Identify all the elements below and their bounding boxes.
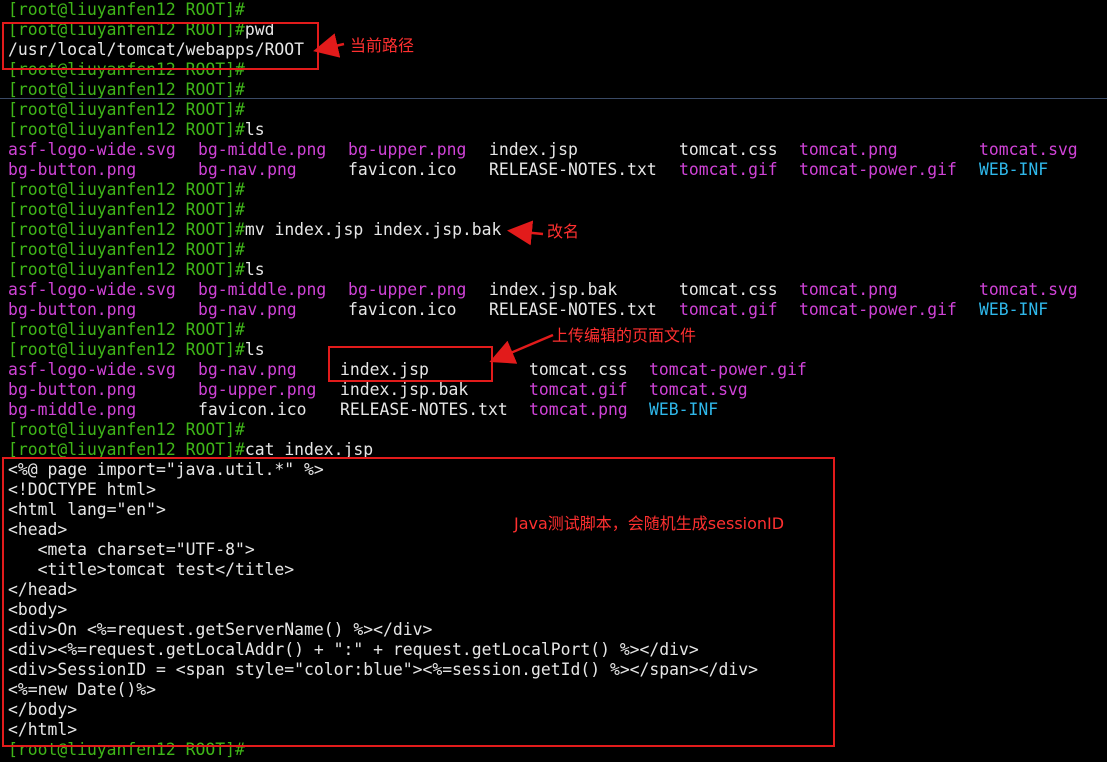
file-entry: RELEASE-NOTES.txt <box>340 400 508 419</box>
shell-prompt: [root@liuyanfen12 ROOT]# <box>8 0 245 19</box>
file-entry: bg-nav.png <box>198 360 297 379</box>
ls-output-row: asf-logo-wide.svg bg-middle.png bg-upper.p… <box>8 140 1107 160</box>
file-entry: tomcat.png <box>529 400 628 419</box>
prompt-line: [root@liuyanfen12 ROOT]# <box>8 80 1107 100</box>
file-entry: favicon.ico <box>348 160 457 179</box>
command-text: ls <box>244 340 265 359</box>
prompt-line: [root@liuyanfen12 ROOT]# <box>8 0 1107 20</box>
file-entry: bg-button.png <box>8 300 137 319</box>
file-entry: tomcat-power.gif <box>649 360 807 379</box>
file-entry: RELEASE-NOTES.txt <box>489 300 657 319</box>
file-entry: index.jsp.bak <box>489 280 618 299</box>
annotation-box-index-jsp <box>328 346 493 382</box>
shell-prompt: [root@liuyanfen12 ROOT]# <box>8 80 245 99</box>
file-entry: tomcat-power.gif <box>799 300 957 319</box>
annotation-box-jsp-source <box>2 457 835 747</box>
file-entry: tomcat.gif <box>529 380 628 399</box>
annotation-upload: 上传编辑的页面文件 <box>552 326 697 345</box>
file-entry: bg-upper.png <box>348 140 467 159</box>
shell-prompt: [root@liuyanfen12 ROOT]# <box>8 200 245 219</box>
file-entry: WEB-INF <box>979 160 1049 179</box>
file-entry: tomcat.gif <box>679 160 778 179</box>
file-entry: bg-upper.png <box>198 380 317 399</box>
shell-prompt: [root@liuyanfen12 ROOT]# <box>8 340 245 359</box>
ls-output-row: bg-button.png bg-upper.png index.jsp.bak to… <box>8 380 1107 400</box>
file-entry: WEB-INF <box>649 400 719 419</box>
file-entry: WEB-INF <box>979 300 1049 319</box>
shell-prompt: [root@liuyanfen12 ROOT]# <box>8 320 245 339</box>
file-entry: tomcat.svg <box>979 280 1078 299</box>
file-entry: tomcat.png <box>799 280 898 299</box>
file-entry: asf-logo-wide.svg <box>8 360 176 379</box>
pane-divider <box>0 98 1107 99</box>
command-text: ls <box>244 260 265 279</box>
prompt-line: [root@liuyanfen12 ROOT]#ls <box>8 120 1107 140</box>
annotation-rename: 改名 <box>547 222 580 241</box>
file-entry: bg-nav.png <box>198 300 297 319</box>
file-entry: favicon.ico <box>198 400 307 419</box>
ls-output-row: bg-button.png bg-nav.png favicon.ico RELEAS… <box>8 160 1107 180</box>
file-entry: bg-button.png <box>8 380 137 399</box>
file-entry: tomcat.svg <box>979 140 1078 159</box>
file-entry: bg-upper.png <box>348 280 467 299</box>
prompt-line: [root@liuyanfen12 ROOT]# <box>8 420 1107 440</box>
file-entry: tomcat.css <box>679 280 778 299</box>
file-entry: asf-logo-wide.svg <box>8 280 176 299</box>
file-entry: bg-middle.png <box>198 280 327 299</box>
prompt-line: [root@liuyanfen12 ROOT]#ls <box>8 260 1107 280</box>
annotation-java-script: Java测试脚本，会随机生成sessionID <box>514 514 785 533</box>
prompt-line: [root@liuyanfen12 ROOT]# <box>8 240 1107 260</box>
ls-output-row: asf-logo-wide.svg bg-nav.png index.jsp tomc… <box>8 360 1107 380</box>
shell-prompt: [root@liuyanfen12 ROOT]# <box>8 260 245 279</box>
shell-prompt: [root@liuyanfen12 ROOT]# <box>8 420 245 439</box>
prompt-line: [root@liuyanfen12 ROOT]# <box>8 200 1107 220</box>
file-entry: asf-logo-wide.svg <box>8 140 176 159</box>
file-entry: tomcat.css <box>679 140 778 159</box>
file-entry: index.jsp <box>489 140 578 159</box>
prompt-line: [root@liuyanfen12 ROOT]# <box>8 100 1107 120</box>
file-entry: tomcat.css <box>529 360 628 379</box>
file-entry: bg-middle.png <box>8 400 137 419</box>
file-entry: index.jsp.bak <box>340 380 469 399</box>
shell-prompt: [root@liuyanfen12 ROOT]# <box>8 120 245 139</box>
shell-prompt: [root@liuyanfen12 ROOT]# <box>8 220 245 239</box>
command-text: mv index.jsp index.jsp.bak <box>244 220 502 239</box>
file-entry: favicon.ico <box>348 300 457 319</box>
file-entry: RELEASE-NOTES.txt <box>489 160 657 179</box>
shell-prompt: [root@liuyanfen12 ROOT]# <box>8 240 245 259</box>
shell-prompt: [root@liuyanfen12 ROOT]# <box>8 180 245 199</box>
file-entry: tomcat.svg <box>649 380 748 399</box>
annotation-current-path: 当前路径 <box>350 36 415 55</box>
ls-output-row: bg-middle.png favicon.ico RELEASE-NOTES.tx… <box>8 400 1107 420</box>
file-entry: bg-nav.png <box>198 160 297 179</box>
command-text: ls <box>244 120 265 139</box>
ls-output-row: asf-logo-wide.svg bg-middle.png bg-upper.p… <box>8 280 1107 300</box>
ls-output-row: bg-button.png bg-nav.png favicon.ico RELEAS… <box>8 300 1107 320</box>
annotation-box-pwd <box>2 22 319 70</box>
file-entry: tomcat-power.gif <box>799 160 957 179</box>
file-entry: bg-middle.png <box>198 140 327 159</box>
file-entry: tomcat.gif <box>679 300 778 319</box>
shell-prompt: [root@liuyanfen12 ROOT]# <box>8 100 245 119</box>
prompt-line: [root@liuyanfen12 ROOT]# <box>8 180 1107 200</box>
file-entry: bg-button.png <box>8 160 137 179</box>
file-entry: tomcat.png <box>799 140 898 159</box>
